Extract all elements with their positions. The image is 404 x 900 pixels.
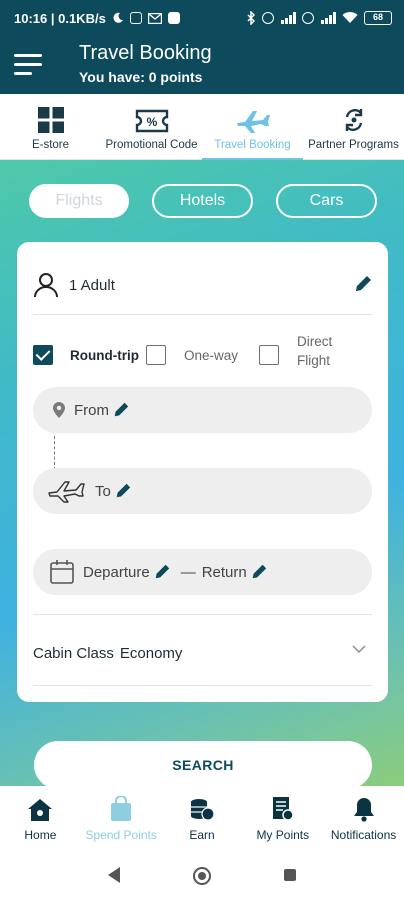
moon-icon — [113, 12, 123, 23]
person-icon — [34, 273, 58, 298]
app-header: Travel Booking You have: 0 points — [0, 36, 404, 94]
tab-partner-programs[interactable]: Partner Programs — [303, 94, 404, 159]
departure-label: Departure — [83, 563, 150, 581]
return-label: Return — [201, 563, 247, 581]
category-tabs: E-store % Promotional Code Travel Bookin… — [0, 94, 404, 160]
nav-label: My Points — [256, 828, 310, 842]
pencil-icon — [252, 564, 266, 579]
route-connector — [54, 436, 55, 470]
nav-label: Earn — [189, 828, 215, 842]
dates-field[interactable]: Departure — Return — [33, 549, 372, 595]
bottom-navigation: Home Spend Points Earn My Points Notific… — [0, 786, 404, 850]
to-label: To — [95, 482, 111, 500]
tab-label: Partner Programs — [308, 139, 399, 151]
pencil-icon — [155, 564, 169, 579]
battery-indicator: 68 — [364, 11, 392, 25]
trip-options: Round-trip One-way Direct Flight — [33, 334, 373, 378]
gmail-icon — [147, 12, 162, 24]
round-trip-checkbox[interactable] — [33, 345, 53, 365]
back-icon[interactable] — [106, 866, 122, 884]
pencil-icon — [114, 402, 129, 417]
nav-notifications[interactable]: Notifications — [323, 786, 404, 850]
tab-e-store[interactable]: E-store — [0, 94, 101, 159]
airplane-outline-icon — [48, 481, 85, 503]
exchange-icon — [345, 109, 362, 131]
instagram-icon — [129, 12, 142, 24]
nav-my-points[interactable]: My Points — [242, 786, 323, 850]
divider — [33, 314, 372, 315]
to-field[interactable]: To — [33, 468, 372, 514]
page-title: Travel Booking — [79, 42, 212, 64]
nav-label: Notifications — [330, 828, 397, 842]
booking-panel: Flights Hotels Cars 1 Adult Round-trip O… — [0, 160, 404, 789]
nav-label: Home — [24, 828, 57, 842]
pencil-icon[interactable] — [353, 274, 373, 294]
points-balance: You have: 0 points — [79, 69, 203, 85]
nav-earn[interactable]: Earn — [162, 786, 243, 850]
date-separator: — — [180, 563, 196, 581]
tab-label: E-store — [31, 139, 70, 151]
recents-icon[interactable] — [283, 868, 297, 882]
nav-label: Spend Points — [85, 828, 157, 842]
bell-icon — [353, 798, 374, 822]
segment-flights[interactable]: Flights — [29, 184, 129, 218]
registered-icon — [302, 12, 314, 24]
coins-icon — [190, 799, 215, 821]
cabin-class-value: Economy — [119, 644, 183, 662]
segment-cars[interactable]: Cars — [276, 184, 377, 218]
receipt-icon — [272, 797, 294, 821]
divider — [33, 685, 372, 686]
airplane-icon — [236, 111, 270, 133]
divider — [33, 614, 372, 615]
tab-label: Travel Booking — [214, 139, 291, 151]
tab-promotional-code[interactable]: % Promotional Code — [101, 94, 202, 159]
location-pin-icon — [53, 402, 65, 418]
tab-label: Promotional Code — [105, 139, 198, 151]
search-button[interactable]: SEARCH — [34, 741, 372, 789]
one-way-label: One-way — [184, 348, 239, 363]
round-trip-label: Round-trip — [70, 348, 139, 363]
grid-icon — [37, 107, 64, 133]
wifi-icon — [342, 12, 358, 23]
shopping-bag-icon — [111, 796, 132, 821]
registered-icon — [262, 12, 274, 24]
signal-icon — [281, 12, 296, 24]
one-way-checkbox[interactable] — [146, 345, 166, 365]
menu-icon[interactable] — [14, 54, 42, 78]
flight-search-card: 1 Adult Round-trip One-way Direct Flight… — [17, 242, 388, 702]
direct-flight-label-line2: Flight — [297, 353, 331, 368]
bluetooth-icon — [247, 11, 256, 25]
status-bar: 10:16 | 0.1KB/s 68 — [0, 0, 404, 36]
cabin-class-label: Cabin Class — [33, 644, 114, 662]
passenger-selector[interactable]: 1 Adult — [33, 268, 373, 302]
home-icon — [28, 799, 53, 821]
status-time-speed: 10:16 | 0.1KB/s — [14, 10, 106, 26]
calendar-icon — [50, 560, 74, 584]
from-label: From — [74, 401, 109, 419]
segment-hotels[interactable]: Hotels — [152, 184, 253, 218]
system-navigation-bar — [0, 850, 404, 900]
chevron-down-icon — [352, 645, 366, 654]
coupon-icon: % — [135, 109, 168, 133]
nav-home[interactable]: Home — [0, 786, 81, 850]
nav-spend-points[interactable]: Spend Points — [81, 786, 162, 850]
direct-flight-checkbox[interactable] — [259, 345, 279, 365]
svg-text:%: % — [146, 115, 157, 129]
signal-icon — [321, 12, 336, 24]
passenger-count: 1 Adult — [69, 276, 115, 294]
from-field[interactable]: From — [33, 387, 372, 433]
home-button-icon[interactable] — [192, 866, 212, 886]
cabin-class-selector[interactable]: Cabin Class Economy — [33, 638, 372, 668]
pencil-icon — [116, 483, 131, 498]
app-notification-icon — [167, 12, 180, 24]
direct-flight-label-line1: Direct — [297, 334, 333, 349]
tab-travel-booking[interactable]: Travel Booking — [202, 94, 303, 160]
